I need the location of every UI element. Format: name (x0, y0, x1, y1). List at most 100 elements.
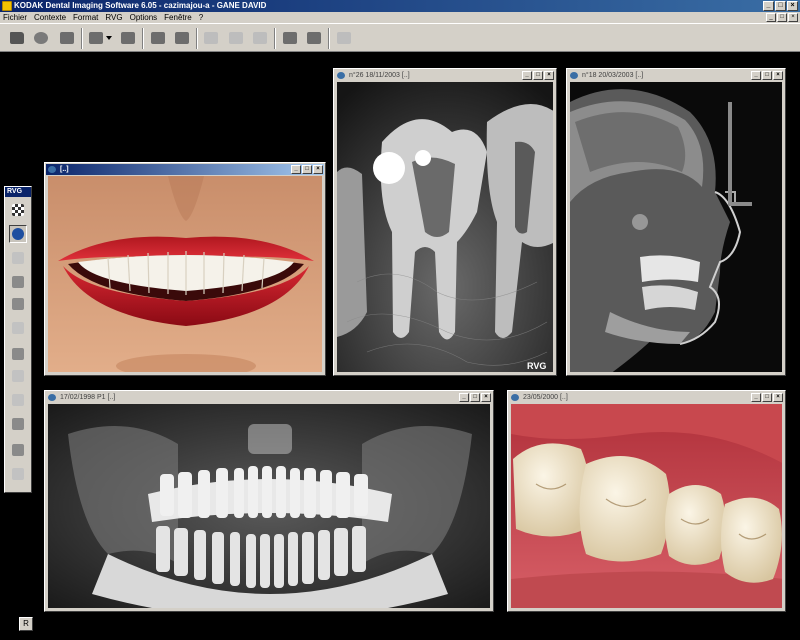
rvg-sensor-icon[interactable] (9, 225, 27, 243)
dropdown-arrow-icon[interactable] (104, 28, 114, 48)
bitewing-icon[interactable] (226, 28, 246, 48)
close-button[interactable]: × (481, 393, 491, 402)
menu-rvg[interactable]: RVG (105, 12, 122, 23)
eye-icon[interactable] (9, 345, 27, 363)
minimize-button[interactable]: _ (751, 71, 761, 80)
caption-text: 17/02/1998 P1 [..] (60, 394, 116, 401)
home-icon[interactable] (148, 28, 168, 48)
window-controls: _ □ × (763, 1, 798, 11)
menu-fenetre[interactable]: Fenêtre (164, 12, 192, 23)
app-window: KODAK Dental Imaging Software 6.05 - caz… (0, 0, 800, 640)
toolbar (0, 23, 800, 52)
mdi-restore-button[interactable]: □ (777, 13, 787, 22)
caption-controls: _ □ × (522, 71, 554, 80)
periapical-xray-window[interactable]: n°26 18/11/2003 [..] _ □ × RVG (333, 68, 557, 376)
camera-icon[interactable] (57, 28, 77, 48)
molars-photo-window[interactable]: 23/05/2000 [..] _ □ × (507, 390, 786, 612)
menu-format[interactable]: Format (73, 12, 98, 23)
hand-pointer-icon[interactable] (9, 415, 27, 433)
maximize-button[interactable]: □ (762, 71, 772, 80)
window-caption[interactable]: n°18 20/03/2003 [..] _ □ × (568, 70, 784, 81)
ceph-xray-window[interactable]: n°18 20/03/2003 [..] _ □ × (566, 68, 786, 376)
rvg-tool-palette: RVG (4, 186, 32, 493)
toolbar-separator (274, 28, 276, 49)
close-button[interactable]: × (787, 1, 798, 11)
palette-title: RVG (5, 187, 31, 197)
star-icon[interactable] (9, 465, 27, 483)
image-view-icon[interactable] (201, 28, 221, 48)
title-bar: KODAK Dental Imaging Software 6.05 - caz… (0, 0, 800, 12)
close-button[interactable]: × (313, 165, 323, 174)
toolbar-separator (196, 28, 198, 49)
toolbar-separator (328, 28, 330, 49)
mdi-close-button[interactable]: × (788, 13, 798, 22)
rvg-watermark: RVG (527, 361, 546, 371)
close-button[interactable]: × (773, 393, 783, 402)
panoramic-xray-window[interactable]: 17/02/1998 P1 [..] _ □ × (44, 390, 494, 612)
close-button[interactable]: × (544, 71, 554, 80)
folder-open-icon[interactable] (7, 28, 27, 48)
ceph-xray-image[interactable] (570, 82, 782, 372)
maximize-button[interactable]: □ (302, 165, 312, 174)
window-caption[interactable]: n°26 18/11/2003 [..] _ □ × (335, 70, 555, 81)
minimize-button[interactable]: _ (751, 393, 761, 402)
image-icon (337, 72, 345, 79)
rotate-icon[interactable] (280, 28, 300, 48)
kodak-app-icon (2, 1, 12, 11)
maximize-button[interactable]: □ (533, 71, 543, 80)
panoramic-xray-image[interactable] (48, 404, 490, 608)
frame-icon[interactable] (250, 28, 270, 48)
toolbar-separator (142, 28, 144, 49)
image-icon (48, 394, 56, 401)
caption-controls: _ □ × (291, 165, 323, 174)
image-icon (570, 72, 578, 79)
menu-options[interactable]: Options (130, 12, 158, 23)
window-caption[interactable]: 23/05/2000 [..] _ □ × (509, 392, 784, 403)
maximize-button[interactable]: □ (775, 1, 786, 11)
menu-fichier[interactable]: Fichier (3, 12, 27, 23)
window-caption[interactable]: 17/02/1998 P1 [..] _ □ × (46, 392, 492, 403)
network-icon[interactable] (118, 28, 138, 48)
menu-help[interactable]: ? (199, 12, 203, 23)
close-button[interactable]: × (773, 71, 783, 80)
window-caption[interactable]: [..] _ □ × (46, 164, 324, 175)
maximize-button[interactable]: □ (470, 393, 480, 402)
menu-contexte[interactable]: Contexte (34, 12, 66, 23)
minimize-button[interactable]: _ (459, 393, 469, 402)
caption-controls: _ □ × (751, 393, 783, 402)
caption-controls: _ □ × (459, 393, 491, 402)
minimize-button[interactable]: _ (291, 165, 301, 174)
caption-text: 23/05/2000 [..] (523, 394, 568, 401)
crop-icon[interactable] (9, 319, 27, 337)
tooth-icon[interactable] (9, 391, 27, 409)
checker-icon[interactable] (9, 201, 27, 219)
acquire-icon[interactable] (86, 28, 106, 48)
image-icon (511, 394, 519, 401)
pen-icon[interactable] (9, 249, 27, 267)
mdi-minimize-button[interactable]: _ (766, 13, 776, 22)
image-icon (48, 166, 56, 173)
smile-photo[interactable] (48, 176, 322, 372)
ruler-angle-icon[interactable] (9, 441, 27, 459)
minimize-button[interactable]: _ (763, 1, 774, 11)
molars-photo[interactable] (511, 404, 782, 608)
cube-icon[interactable] (9, 367, 27, 385)
menu-bar: Fichier Contexte Format RVG Options Fenê… (0, 12, 800, 23)
caption-text: n°18 20/03/2003 [..] (582, 72, 644, 79)
window-title: KODAK Dental Imaging Software 6.05 - caz… (14, 1, 267, 10)
rotate-left-icon[interactable] (9, 273, 27, 291)
minimize-button[interactable]: _ (522, 71, 532, 80)
display-icon[interactable] (304, 28, 324, 48)
maximize-button[interactable]: □ (762, 393, 772, 402)
r-button[interactable]: R (19, 617, 33, 631)
mdi-controls: _ □ × (766, 13, 798, 22)
caption-text: n°26 18/11/2003 [..] (349, 72, 410, 79)
toolbar-separator (81, 28, 83, 49)
periapical-xray-image[interactable]: RVG (337, 82, 553, 372)
export-icon[interactable] (334, 28, 354, 48)
cd-disk-icon[interactable] (31, 28, 51, 48)
smile-photo-window[interactable]: [..] _ □ × (44, 162, 326, 376)
print-icon[interactable] (172, 28, 192, 48)
rotate-right-icon[interactable] (9, 295, 27, 313)
caption-controls: _ □ × (751, 71, 783, 80)
